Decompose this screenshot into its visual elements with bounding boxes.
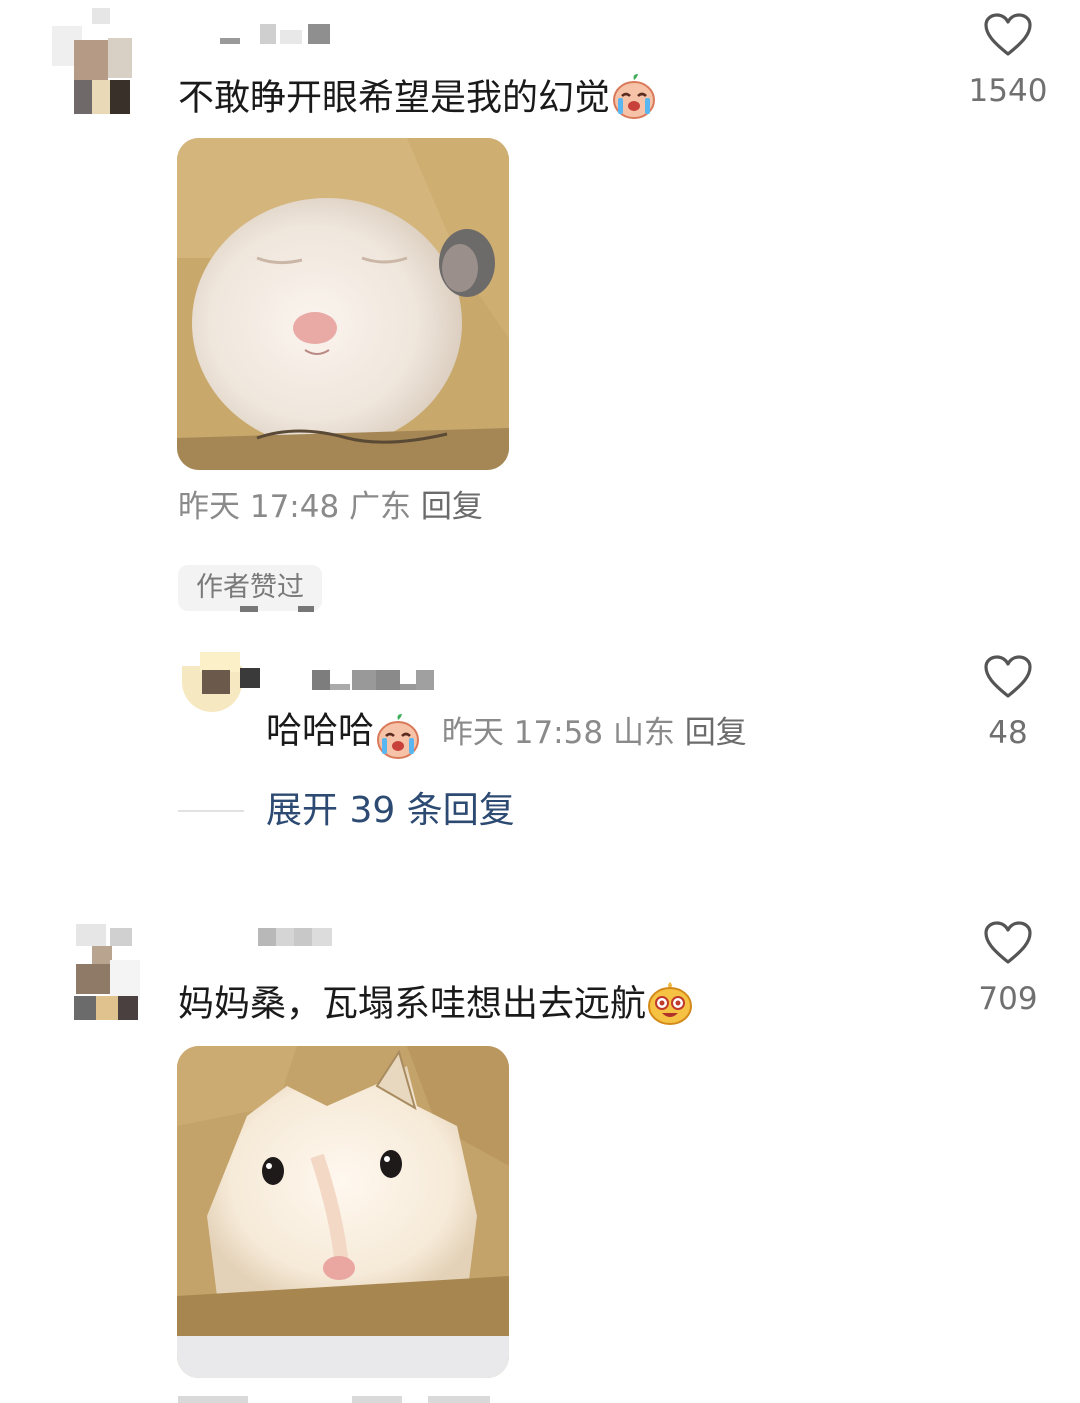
comment-text: 妈妈桑，瓦塌系哇想出去远航	[178, 983, 647, 1025]
reply-username[interactable]	[312, 668, 434, 692]
like-button[interactable]: 1540	[948, 12, 1068, 112]
like-button[interactable]: 48	[948, 654, 1068, 754]
heart-icon	[984, 921, 1032, 964]
reply-time: 昨天 17:58	[441, 714, 604, 751]
avatar[interactable]	[70, 924, 150, 1024]
heart-icon	[984, 655, 1032, 698]
hamster-peeking-photo	[177, 1046, 509, 1378]
divider-line	[178, 810, 244, 812]
reply-avatar[interactable]	[182, 648, 262, 714]
comment-location: 广东	[349, 489, 412, 525]
comment-image[interactable]	[177, 138, 509, 470]
author-liked-badge: 作者赞过	[178, 565, 322, 611]
expand-replies-link[interactable]: 展开 39 条回复	[266, 793, 515, 829]
excited-face-icon	[646, 978, 694, 1033]
reply-text: 哈哈哈	[266, 710, 375, 752]
comment-time: 昨天 17:48	[178, 489, 340, 525]
reply-button[interactable]: 回复	[421, 489, 483, 525]
like-count: 709	[978, 981, 1038, 1017]
username[interactable]	[220, 22, 332, 46]
hamster-squinting-photo	[177, 138, 509, 470]
crying-face-icon	[610, 72, 658, 127]
like-count: 48	[988, 715, 1028, 751]
avatar[interactable]	[44, 8, 144, 118]
like-button[interactable]: 709	[948, 920, 1068, 1020]
like-count: 1540	[968, 73, 1048, 109]
username[interactable]	[258, 928, 334, 948]
reply-button[interactable]: 回复	[685, 715, 747, 751]
reply-location: 山东	[612, 714, 675, 751]
crying-face-icon	[374, 712, 422, 764]
heart-icon	[984, 13, 1032, 56]
comment-image[interactable]	[177, 1046, 509, 1378]
comment-text: 不敢睁开眼希望是我的幻觉	[178, 77, 611, 119]
